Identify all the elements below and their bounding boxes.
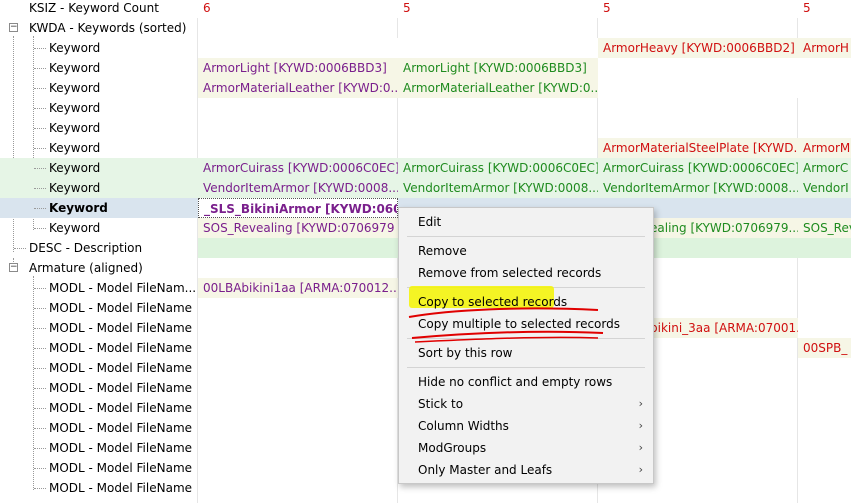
menu-item-label: Column Widths	[418, 419, 509, 433]
row-label: KWDA - Keywords (sorted)	[29, 21, 187, 35]
row-keyword[interactable]: Keyword ArmorMaterialLeather [KYWD:0... …	[0, 78, 851, 98]
focused-cell[interactable]: _SLS_BikiniArmor [KYWD:0604...	[198, 198, 398, 218]
row-label: MODL - Model FileName	[49, 301, 193, 315]
row-label: Armature (aligned)	[29, 261, 143, 275]
menu-item-remove-from-selected[interactable]: Remove from selected records	[399, 262, 653, 284]
row-keyword[interactable]: Keyword VendorItemArmor [KYWD:0008... Ve…	[0, 178, 851, 198]
row-label: Keyword	[49, 81, 101, 95]
menu-item-label: Stick to	[418, 397, 464, 411]
row-kwda[interactable]: − KWDA - Keywords (sorted)	[0, 18, 851, 38]
row-label: MODL - Model FileName	[49, 421, 193, 435]
row-label: MODL - Model FileName	[49, 441, 193, 455]
row-label: Keyword	[49, 101, 101, 115]
cell[interactable]: ArmorLight [KYWD:0006BBD3]	[198, 58, 398, 78]
menu-item-copy-to-selected[interactable]: Copy to selected records	[399, 291, 653, 313]
chevron-right-icon: ›	[638, 419, 643, 432]
cell[interactable]: VendorItemArmor [KYWD:0008...	[598, 178, 798, 198]
menu-item-remove[interactable]: Remove	[399, 240, 653, 262]
cell[interactable]	[598, 58, 798, 78]
cell[interactable]: ArmorHeavy [KYWD:0006BBD2]	[598, 38, 798, 58]
cell[interactable]: ArmorCuirass [KYWD:0006C0EC]	[398, 158, 598, 178]
row-label: MODL - Model FileName	[49, 481, 193, 495]
row-label: Keyword	[49, 61, 101, 75]
row-label: Keyword	[49, 121, 101, 135]
cell[interactable]: VendorItemArmor [KYWD:0008...	[198, 178, 398, 198]
cell[interactable]: 5	[598, 0, 798, 18]
cell[interactable]: SOS_Revealing [KYWD:0706979	[198, 218, 398, 238]
menu-item-label: ModGroups	[418, 441, 487, 455]
row-label: MODL - Model FileName	[49, 341, 193, 355]
row-label: MODL - Model FileName	[49, 401, 193, 415]
chevron-right-icon: ›	[638, 397, 643, 410]
cell[interactable]: 5	[798, 0, 851, 18]
cell[interactable]	[798, 238, 851, 258]
row-keyword[interactable]: Keyword	[0, 118, 851, 138]
cell[interactable]: ArmorH	[798, 38, 851, 58]
row-label: MODL - Model FileName	[49, 321, 193, 335]
menu-item-hide-no-conflict[interactable]: Hide no conflict and empty rows	[399, 371, 653, 393]
cell[interactable]: ArmorM	[798, 138, 851, 158]
cell[interactable]: ArmorC	[798, 158, 851, 178]
chevron-right-icon: ›	[638, 463, 643, 476]
row-label: Keyword	[49, 161, 101, 175]
menu-item-edit[interactable]: Edit	[399, 211, 653, 233]
row-label: Keyword	[49, 201, 108, 215]
menu-separator	[407, 367, 645, 368]
cell[interactable]: 5	[398, 0, 598, 18]
menu-separator	[407, 236, 645, 237]
row-label: Keyword	[49, 141, 101, 155]
cell[interactable]	[798, 78, 851, 98]
menu-item-sort-by-row[interactable]: Sort by this row	[399, 342, 653, 364]
cell[interactable]	[198, 238, 398, 258]
cell[interactable]: 00LBAbikini1aa [ARMA:070012...	[198, 278, 398, 298]
cell[interactable]: 6	[198, 0, 398, 18]
row-label: Keyword	[49, 41, 101, 55]
row-label: Keyword	[49, 181, 101, 195]
cell[interactable]: 00SPB_	[798, 338, 851, 358]
row-label: MODL - Model FileName	[49, 361, 193, 375]
cell[interactable]: ArmorCuirass [KYWD:0006C0EC]	[598, 158, 798, 178]
row-label: MODL - Model FileName	[49, 381, 193, 395]
row-label: Keyword	[49, 221, 101, 235]
cell[interactable]: VendorI	[798, 178, 851, 198]
cell[interactable]	[598, 78, 798, 98]
cell[interactable]	[798, 58, 851, 78]
menu-item-label: Only Master and Leafs	[418, 463, 553, 477]
cell[interactable]: VendorItemArmor [KYWD:0008...	[398, 178, 598, 198]
menu-item-modgroups[interactable]: ModGroups ›	[399, 437, 653, 459]
menu-item-copy-multiple-to-selected[interactable]: Copy multiple to selected records	[399, 313, 653, 335]
menu-item-only-master-leafs[interactable]: Only Master and Leafs ›	[399, 459, 653, 481]
row-ksiz[interactable]: KSIZ - Keyword Count 6 5 5 5	[0, 0, 851, 18]
cell[interactable]: ArmorCuirass [KYWD:0006C0EC]	[198, 158, 398, 178]
chevron-right-icon: ›	[638, 441, 643, 454]
cell[interactable]: SOS_Rev	[798, 218, 851, 238]
row-label: MODL - Model FileNam...	[49, 281, 197, 295]
row-keyword[interactable]: Keyword ArmorHeavy [KYWD:0006BBD2] Armor…	[0, 38, 851, 58]
cell[interactable]: ArmorMaterialSteelPlate [KYWD...	[598, 138, 798, 158]
menu-item-column-widths[interactable]: Column Widths ›	[399, 415, 653, 437]
row-keyword[interactable]: Keyword	[0, 98, 851, 118]
cell[interactable]	[198, 38, 398, 58]
cell[interactable]: ArmorMaterialLeather [KYWD:0...	[198, 78, 398, 98]
row-label: KSIZ - Keyword Count	[29, 1, 159, 15]
context-menu: Edit Remove Remove from selected records…	[398, 207, 654, 484]
cell[interactable]: ArmorMaterialLeather [KYWD:0...	[398, 78, 598, 98]
row-label: DESC - Description	[29, 241, 143, 255]
row-keyword[interactable]: Keyword ArmorLight [KYWD:0006BBD3] Armor…	[0, 58, 851, 78]
row-label: MODL - Model FileName	[49, 461, 193, 475]
menu-separator	[407, 338, 645, 339]
row-keyword[interactable]: Keyword ArmorCuirass [KYWD:0006C0EC] Arm…	[0, 158, 851, 178]
menu-item-stick-to[interactable]: Stick to ›	[399, 393, 653, 415]
cell[interactable]	[398, 38, 598, 58]
cell[interactable]: ArmorLight [KYWD:0006BBD3]	[398, 58, 598, 78]
row-keyword[interactable]: Keyword ArmorMaterialSteelPlate [KYWD...…	[0, 138, 851, 158]
